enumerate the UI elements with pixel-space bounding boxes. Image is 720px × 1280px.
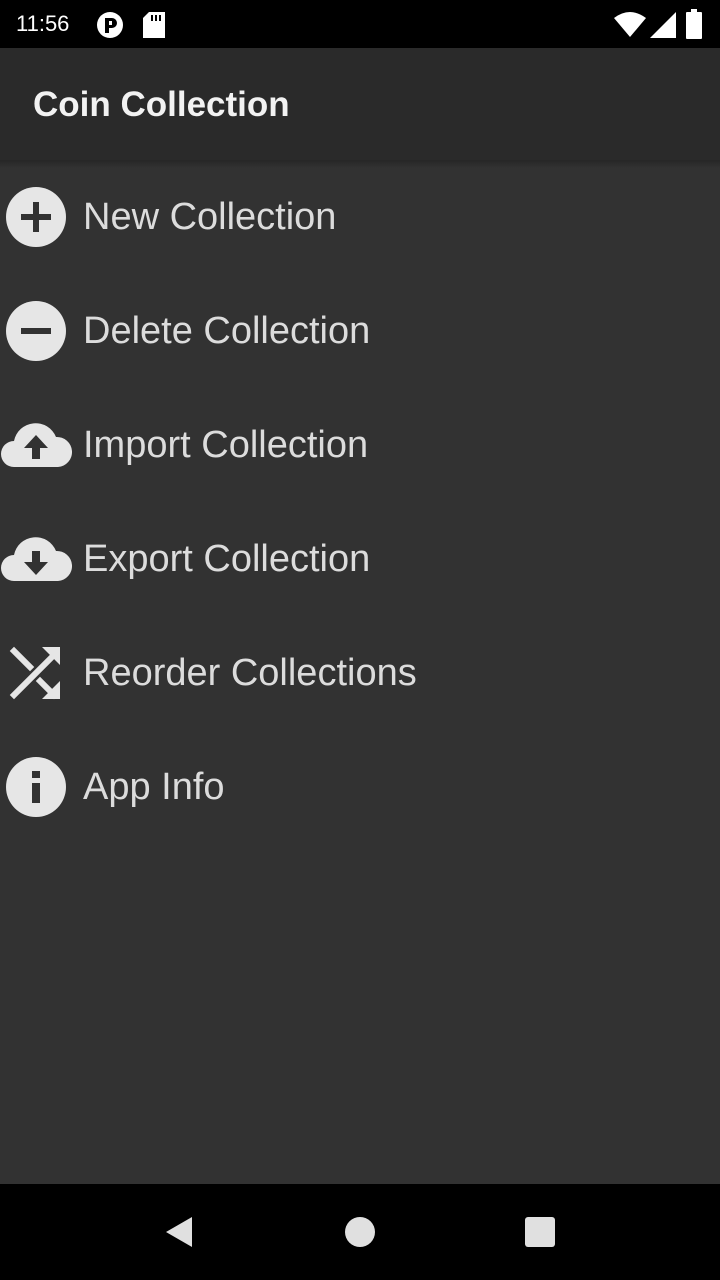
status-time: 11:56 (16, 11, 70, 36)
screen: 11:56 Coin Collection New Collection Del… (0, 0, 720, 1280)
sd-card-icon (143, 12, 165, 38)
menu-item-reorder-collections[interactable]: Reorder Collections (0, 616, 720, 730)
menu-item-app-info[interactable]: App Info (0, 730, 720, 844)
battery-icon (686, 9, 702, 39)
menu-item-new-collection[interactable]: New Collection (0, 160, 720, 274)
remove-circle-icon (6, 301, 66, 361)
back-icon[interactable] (156, 1208, 204, 1256)
menu-item-label: Reorder Collections (83, 652, 417, 694)
add-circle-icon (6, 187, 66, 247)
menu-item-label: App Info (83, 766, 225, 808)
app-title: Coin Collection (33, 85, 290, 124)
menu-item-import-collection[interactable]: Import Collection (0, 388, 720, 502)
status-bar: 11:56 (0, 0, 720, 48)
cloud-download-icon (1, 537, 72, 581)
menu-item-label: Export Collection (83, 538, 371, 580)
menu-item-label: Import Collection (83, 424, 369, 466)
system-nav-bar (0, 1184, 720, 1280)
menu-item-export-collection[interactable]: Export Collection (0, 502, 720, 616)
cloud-upload-icon (1, 423, 72, 467)
home-icon[interactable] (336, 1208, 384, 1256)
menu-item-delete-collection[interactable]: Delete Collection (0, 274, 720, 388)
recents-icon[interactable] (516, 1208, 564, 1256)
wifi-icon (614, 12, 646, 37)
info-icon (6, 757, 66, 817)
cell-signal-icon (650, 12, 676, 38)
menu-item-label: New Collection (83, 196, 337, 238)
shuffle-icon (9, 646, 60, 700)
collection-menu: New Collection Delete Collection Import … (0, 160, 720, 844)
app-bar: Coin Collection (0, 48, 720, 160)
notification-app-icon (97, 12, 123, 38)
menu-item-label: Delete Collection (83, 310, 371, 352)
